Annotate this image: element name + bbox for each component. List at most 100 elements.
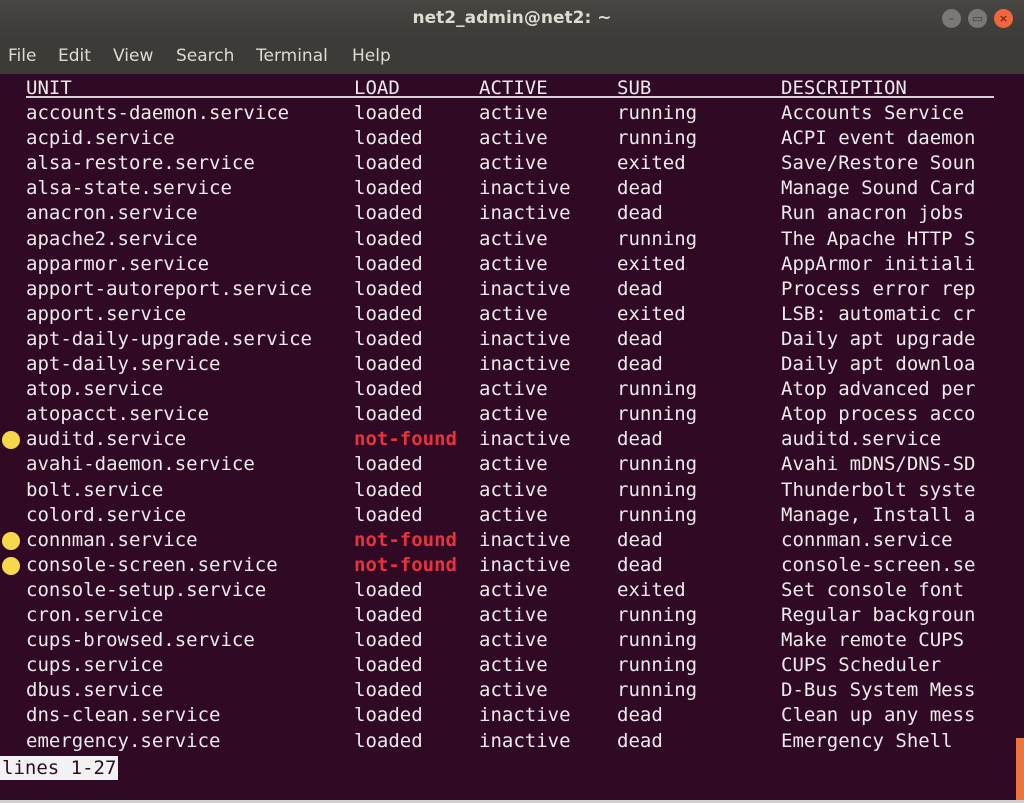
unit-name: alsa-state.service [26, 177, 232, 200]
menu-edit[interactable]: Edit [58, 46, 91, 66]
active-state: inactive [479, 353, 571, 375]
active-state: active [479, 127, 548, 150]
sub-state: dead [617, 202, 663, 225]
table-row: atopacct.service loaded active running Atop … [0, 402, 1010, 427]
menu-view[interactable]: View [113, 46, 153, 66]
load-state: loaded [354, 578, 423, 601]
close-button[interactable]: × [994, 9, 1013, 28]
unit-description: D-Bus System Mess [781, 679, 976, 702]
unit-name: atop.service [26, 378, 164, 401]
marker-dot-icon [2, 531, 20, 550]
sub-state: running [617, 403, 698, 426]
minimize-button[interactable]: – [942, 9, 961, 28]
load-state: loaded [354, 654, 423, 677]
header-underline [26, 96, 994, 98]
active-state: active [479, 629, 548, 652]
unit-description: Manage Sound Card [781, 177, 976, 200]
unit-description: AppArmor initiali [781, 252, 976, 275]
unit-name: apt-daily.service [26, 353, 221, 375]
load-state: loaded [354, 353, 423, 375]
load-state: loaded [354, 302, 423, 325]
load-state: loaded [354, 378, 423, 401]
table-row: apt-daily-upgrade.service loaded inactive d… [0, 327, 1010, 352]
unit-name: dbus.service [26, 679, 164, 702]
load-state: loaded [354, 277, 423, 300]
menu-terminal[interactable]: Terminal [256, 46, 328, 66]
unit-description: auditd.service [781, 428, 942, 451]
load-state: loaded [354, 403, 423, 426]
active-state: inactive [479, 729, 571, 752]
menu-search[interactable]: Search [176, 46, 234, 66]
sub-state: exited [617, 578, 686, 601]
unit-description: Atop process acco [781, 403, 976, 426]
unit-description: The Apache HTTP S [781, 227, 976, 250]
unit-name: auditd.service [26, 428, 187, 451]
unit-description: Emergency Shell [781, 729, 953, 752]
load-state: loaded [354, 152, 423, 175]
load-state: loaded [354, 679, 423, 702]
sub-state: running [617, 654, 698, 677]
table-row: connman.service not-found inactive dead conn… [0, 528, 1010, 553]
unit-name: anacron.service [26, 202, 198, 225]
active-state: inactive [479, 177, 571, 200]
unit-description: Clean up any mess [781, 704, 976, 727]
sub-state: running [617, 679, 698, 702]
sub-state: exited [617, 152, 686, 175]
unit-description: Make remote CUPS [781, 629, 965, 652]
load-state: loaded [354, 102, 423, 124]
marker-dot-icon [2, 556, 20, 575]
table-row: auditd.service not-found inactive dead audit… [0, 427, 1010, 452]
active-state: inactive [479, 327, 571, 350]
load-state: loaded [354, 127, 423, 150]
maximize-button[interactable]: ▭ [968, 9, 987, 28]
active-state: inactive [479, 202, 571, 225]
window-title: net2_admin@net2: ~ [412, 8, 612, 28]
unit-description: Thunderbolt syste [781, 478, 976, 501]
table-row: anacron.service loaded inactive dead Run ana… [0, 201, 1010, 226]
unit-description: Regular backgroun [781, 604, 976, 626]
active-state: inactive [479, 704, 571, 727]
sub-state: running [617, 378, 698, 401]
unit-description: Save/Restore Soun [781, 152, 976, 175]
sub-state: running [617, 629, 698, 652]
unit-description: Accounts Service [781, 102, 965, 124]
active-state: active [479, 252, 548, 275]
menu-file[interactable]: File [8, 46, 36, 66]
scrollbar-thumb[interactable] [1016, 738, 1024, 800]
unit-description: Run anacron jobs [781, 202, 965, 225]
unit-name: cron.service [26, 604, 164, 626]
unit-name: apport.service [26, 302, 187, 325]
sub-state: dead [617, 428, 663, 451]
load-state: loaded [354, 327, 423, 350]
unit-name: apparmor.service [26, 252, 210, 275]
sub-state: dead [617, 553, 663, 576]
active-state: active [479, 503, 548, 526]
sub-state: running [617, 478, 698, 501]
unit-description: Avahi mDNS/DNS-SD [781, 453, 976, 476]
active-state: inactive [479, 528, 571, 551]
unit-name: apache2.service [26, 227, 198, 250]
sub-state: running [617, 503, 698, 526]
unit-description: Daily apt upgrade [781, 327, 976, 350]
active-state: active [479, 453, 548, 476]
table-row: apport-autoreport.service loaded inactive d… [0, 277, 1010, 302]
table-row: dbus.service loaded active running D-Bus Sys… [0, 678, 1010, 703]
active-state: active [479, 102, 548, 124]
sub-state: exited [617, 302, 686, 325]
unit-name: console-screen.service [26, 553, 278, 576]
unit-name: avahi-daemon.service [26, 453, 255, 476]
sub-state: running [617, 227, 698, 250]
sub-state: dead [617, 327, 663, 350]
table-row: alsa-restore.service loaded active exited Sa… [0, 151, 1010, 176]
unit-description: Daily apt downloa [781, 353, 976, 375]
table-row: avahi-daemon.service loaded active running A… [0, 452, 1010, 477]
load-state: loaded [354, 503, 423, 526]
load-state: loaded [354, 252, 423, 275]
unit-description: Process error rep [781, 277, 976, 300]
menu-help[interactable]: Help [352, 46, 391, 66]
table-row: console-screen.service not-found inactive d… [0, 553, 1010, 578]
load-state: loaded [354, 604, 423, 626]
sub-state: running [617, 127, 698, 150]
sub-state: dead [617, 729, 663, 752]
load-state: loaded [354, 453, 423, 476]
